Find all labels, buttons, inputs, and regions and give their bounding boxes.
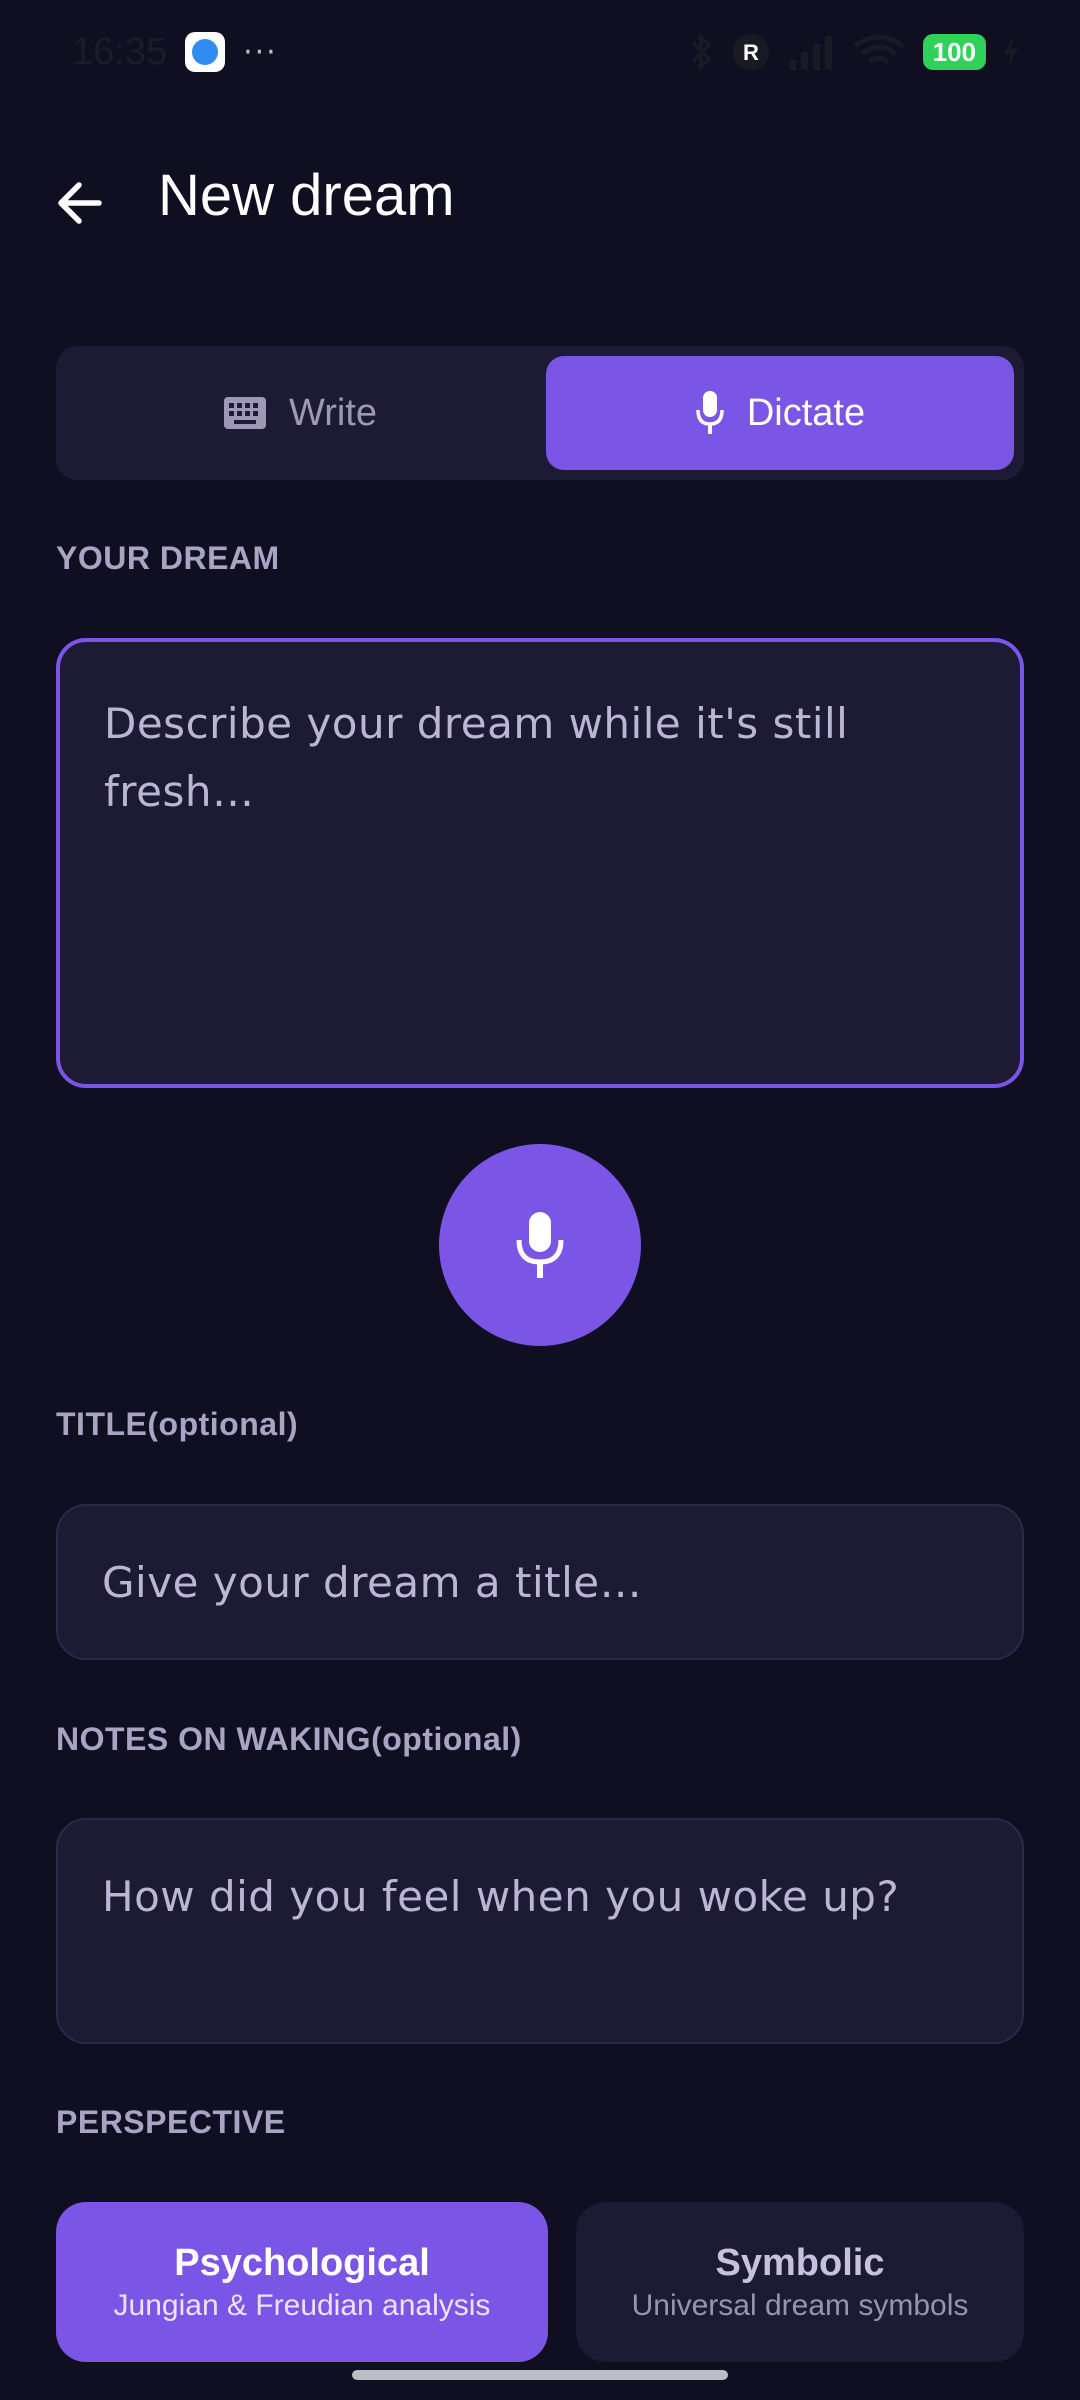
perspective-option-name: Symbolic bbox=[715, 2241, 885, 2284]
browser-app-icon bbox=[185, 32, 226, 72]
arrow-left-icon bbox=[58, 182, 102, 224]
status-time: 16:35 bbox=[72, 30, 168, 73]
signal-icon bbox=[788, 36, 832, 70]
back-button[interactable] bbox=[46, 170, 112, 236]
title-label: TITLE(optional) bbox=[56, 1406, 299, 1442]
notes-label: NOTES ON WAKING(optional) bbox=[56, 1721, 522, 1757]
dictate-mode-button[interactable]: Dictate bbox=[546, 356, 1014, 470]
write-mode-button[interactable]: Write bbox=[66, 356, 534, 470]
perspective-option-description: Jungian & Freudian analysis bbox=[113, 2288, 491, 2322]
status-left: 16:35 ··· bbox=[72, 31, 278, 74]
more-notifications-icon: ··· bbox=[243, 34, 278, 70]
dream-description-input[interactable]: Describe your dream while it's still fre… bbox=[56, 638, 1024, 1088]
status-bar: 16:35 ··· R 100 bbox=[0, 0, 1080, 104]
input-mode-toggle: Write Dictate bbox=[56, 346, 1024, 480]
svg-text:R: R bbox=[743, 40, 759, 65]
notes-input[interactable]: How did you feel when you woke up? bbox=[56, 1818, 1024, 2044]
roaming-icon: R bbox=[732, 34, 769, 70]
wifi-icon bbox=[853, 34, 905, 64]
title-input[interactable]: Give your dream a title… bbox=[56, 1504, 1024, 1660]
perspective-option-name: Psychological bbox=[174, 2241, 430, 2284]
keyboard-icon bbox=[224, 397, 267, 429]
dictate-mode-label: Dictate bbox=[746, 391, 866, 434]
your-dream-label: YOUR DREAM bbox=[56, 540, 280, 576]
bluetooth-icon bbox=[691, 32, 712, 72]
home-indicator[interactable] bbox=[352, 2370, 728, 2380]
perspective-option-psychological[interactable]: Psychological Jungian & Freudian analysi… bbox=[56, 2202, 548, 2362]
charging-icon bbox=[1004, 35, 1018, 69]
battery-indicator: 100 bbox=[922, 34, 986, 70]
microphone-icon bbox=[696, 391, 724, 434]
perspective-option-description: Universal dream symbols bbox=[631, 2288, 969, 2322]
record-button[interactable] bbox=[439, 1144, 641, 1346]
write-mode-label: Write bbox=[289, 391, 377, 434]
perspective-label: PERSPECTIVE bbox=[56, 2104, 286, 2140]
microphone-icon bbox=[516, 1212, 564, 1278]
perspective-option-symbolic[interactable]: Symbolic Universal dream symbols bbox=[576, 2202, 1024, 2362]
status-right: R 100 bbox=[689, 32, 1020, 72]
page-title: New dream bbox=[158, 163, 455, 228]
app-bar: New dream bbox=[0, 140, 1080, 260]
